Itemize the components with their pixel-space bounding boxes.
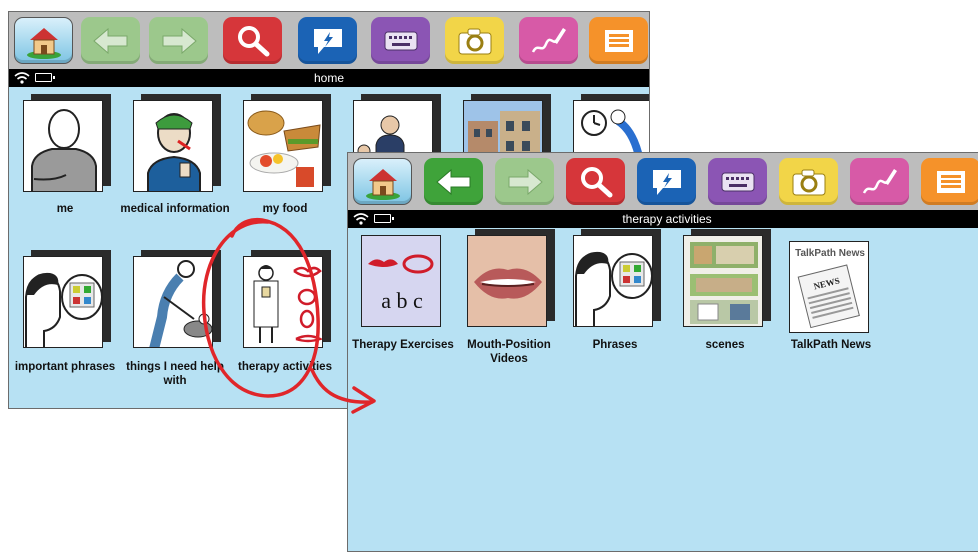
tile-label: therapy activities <box>238 361 332 373</box>
food-icon <box>247 110 321 187</box>
arrow-left-icon <box>92 27 127 54</box>
back-button[interactable] <box>81 17 140 64</box>
status-bar: home <box>9 69 649 87</box>
draw-button[interactable] <box>519 17 578 64</box>
magnifier-icon <box>580 166 612 197</box>
svg-text:a b c: a b c <box>381 288 423 313</box>
magnifier-icon <box>237 25 269 56</box>
pen-icon <box>862 168 897 194</box>
forward-button[interactable] <box>495 158 554 205</box>
therapist-icon <box>253 265 322 343</box>
speak-button[interactable] <box>637 158 696 205</box>
tile-label: Phrases <box>592 339 638 351</box>
tile-label: Therapy Exercises <box>352 339 454 351</box>
keyboard-icon <box>721 172 754 191</box>
tile-label: scenes <box>705 339 745 351</box>
tile-label: TalkPath News <box>790 339 872 351</box>
home-button[interactable] <box>353 158 412 205</box>
window-title: therapy activities <box>622 212 712 226</box>
forward-button[interactable] <box>149 17 208 64</box>
draw-button[interactable] <box>850 158 909 205</box>
arrow-left-icon <box>435 168 470 195</box>
tile-label: important phrases <box>14 361 116 373</box>
house-icon <box>365 168 400 200</box>
camera-icon <box>792 169 825 195</box>
newspaper-icon: TalkPath NewsNEWS <box>790 242 868 332</box>
keyboard-button[interactable] <box>371 17 430 64</box>
back-button[interactable] <box>424 158 483 205</box>
scenes-icon <box>684 236 762 326</box>
home-button[interactable] <box>14 17 73 64</box>
list-icon <box>604 29 633 52</box>
status-bar: therapy activities <box>348 210 978 228</box>
pen-icon <box>531 27 566 53</box>
house-icon <box>26 27 61 59</box>
toolbar <box>348 153 978 210</box>
sick-person-icon <box>147 113 201 191</box>
tile-label: me <box>56 203 74 215</box>
phrases-icon <box>25 272 102 347</box>
menu-button[interactable] <box>921 158 978 205</box>
tile-label: medical information <box>120 203 230 215</box>
speak-button[interactable] <box>298 17 357 64</box>
helping-icon <box>149 260 212 347</box>
therapy-activities-window: therapy activities a b c Therapy Exercis… <box>347 152 978 552</box>
speech-bubble-icon <box>313 28 342 54</box>
tile-label: my food <box>262 203 308 215</box>
person-icon <box>31 109 97 191</box>
speech-bubble-icon <box>652 169 681 195</box>
camera-button[interactable] <box>779 158 838 205</box>
phrases-icon <box>575 251 652 326</box>
toolbar <box>9 12 649 69</box>
menu-button[interactable] <box>589 17 648 64</box>
tile-label: Mouth-Position Videos <box>467 339 551 365</box>
camera-icon <box>458 28 491 54</box>
keyboard-icon <box>384 31 417 50</box>
arrow-right-icon <box>162 27 197 54</box>
search-button[interactable] <box>566 158 625 205</box>
window-title: home <box>313 71 345 85</box>
keyboard-button[interactable] <box>708 158 767 205</box>
svg-text:TalkPath News: TalkPath News <box>795 248 865 259</box>
camera-button[interactable] <box>445 17 504 64</box>
mouth-photo-icon <box>468 236 546 326</box>
search-button[interactable] <box>223 17 282 64</box>
list-icon <box>936 170 965 193</box>
arrow-right-icon <box>508 168 543 195</box>
tile-label: things I need help with <box>126 361 224 387</box>
lips-abc-icon: a b c <box>368 254 434 313</box>
